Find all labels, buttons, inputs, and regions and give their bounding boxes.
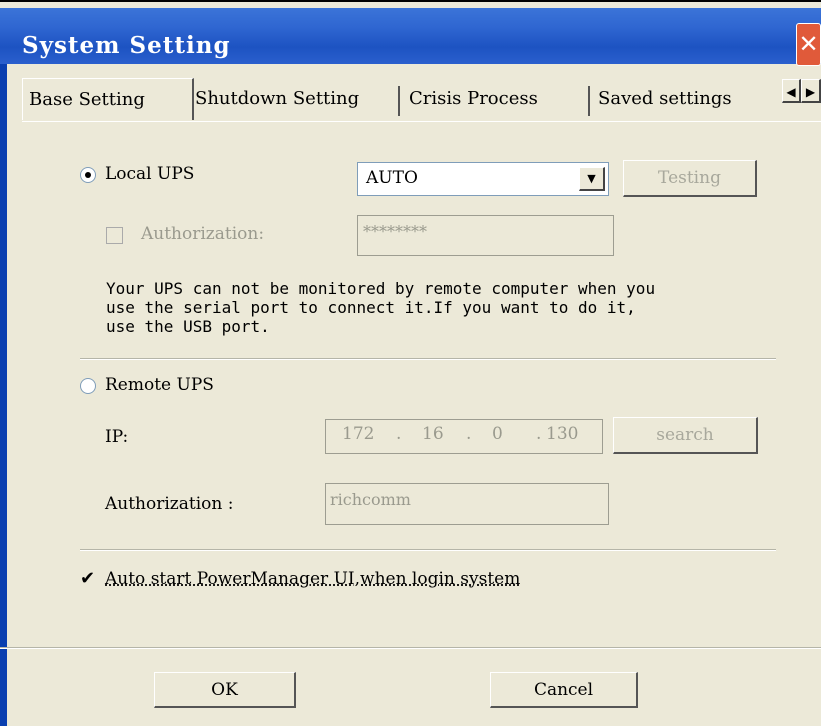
autostart-label[interactable]: Auto start PowerManager UI,when login sy…: [105, 569, 520, 589]
ip-octet: 16: [422, 424, 444, 444]
serial-port-note: Your UPS can not be monitored by remote …: [106, 279, 656, 336]
tab-crisis-process[interactable]: Crisis Process: [409, 78, 584, 119]
ip-address-field[interactable]: 172 . 16 . 0 . 130: [325, 419, 603, 454]
ip-dot: .: [396, 424, 402, 444]
tab-saved-settings[interactable]: Saved settings: [598, 78, 773, 119]
divider: [80, 358, 776, 360]
chevron-down-icon[interactable]: ▼: [579, 167, 605, 191]
title-bar[interactable]: System Setting ✕: [0, 8, 821, 66]
tab-divider: [588, 86, 590, 116]
autostart-checkbox[interactable]: ✔: [80, 570, 97, 588]
ups-port-value: AUTO: [366, 168, 418, 188]
window-title: System Setting: [22, 32, 231, 59]
ip-octet: 0: [492, 424, 503, 444]
testing-button[interactable]: Testing: [623, 160, 757, 197]
ip-dot: .: [466, 424, 472, 444]
tab-scroll-left-icon[interactable]: ◀: [782, 79, 801, 103]
ip-dot: .: [536, 424, 542, 444]
tab-label: Saved settings: [598, 88, 732, 109]
tab-scroll-right-icon[interactable]: ▶: [801, 79, 821, 103]
ip-octet: 130: [546, 424, 579, 444]
local-ups-radio[interactable]: [80, 167, 96, 183]
top-border: [0, 0, 821, 2]
system-setting-dialog: System Setting ✕ Base Setting Shutdown S…: [0, 0, 821, 726]
tab-shutdown-setting[interactable]: Shutdown Setting: [195, 78, 395, 119]
local-authorization-label: Authorization:: [141, 224, 265, 244]
remote-ups-radio[interactable]: [80, 378, 96, 394]
ip-octet: 172: [342, 424, 375, 444]
remote-authorization-field[interactable]: richcomm: [325, 483, 609, 525]
tab-label: Crisis Process: [409, 88, 538, 109]
ok-button[interactable]: OK: [154, 672, 296, 708]
divider: [80, 549, 776, 551]
close-icon[interactable]: ✕: [796, 23, 821, 66]
remote-authorization-label: Authorization :: [105, 494, 234, 514]
tab-divider: [398, 86, 400, 116]
tab-label: Base Setting: [29, 89, 145, 110]
local-authorization-checkbox[interactable]: [106, 227, 123, 244]
remote-ups-label: Remote UPS: [105, 375, 214, 395]
cancel-button[interactable]: Cancel: [490, 672, 638, 708]
local-authorization-field[interactable]: ********: [357, 215, 614, 256]
window-left-border: [0, 64, 7, 726]
ip-label: IP:: [105, 427, 129, 447]
tab-label: Shutdown Setting: [195, 88, 360, 109]
bottom-divider: [0, 647, 821, 649]
tab-base-setting[interactable]: Base Setting: [22, 78, 194, 120]
search-button[interactable]: search: [613, 417, 758, 454]
radio-selected-dot: [85, 172, 91, 178]
local-ups-label: Local UPS: [105, 164, 195, 184]
ups-port-select[interactable]: AUTO ▼: [357, 162, 609, 196]
